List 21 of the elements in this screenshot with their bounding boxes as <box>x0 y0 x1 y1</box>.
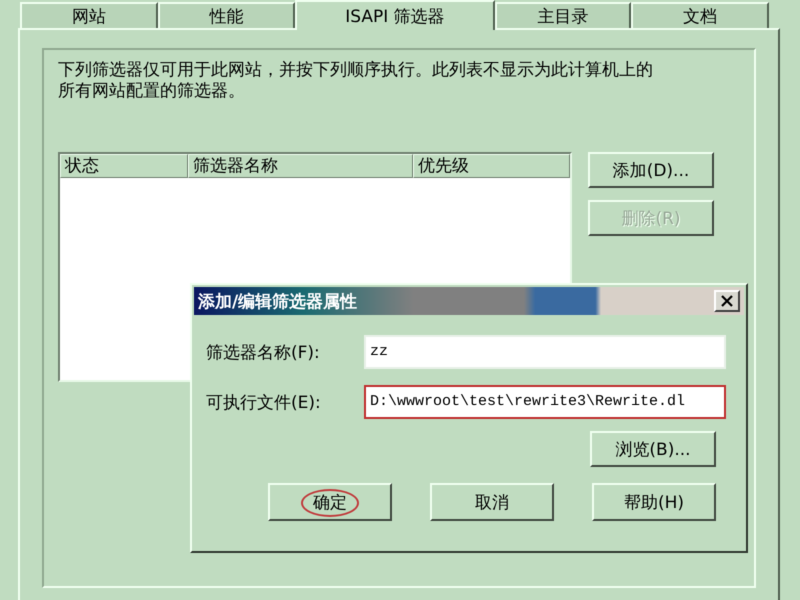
dialog-button[interactable]: 取消 <box>430 483 554 521</box>
column-header[interactable]: 筛选器名称 <box>188 154 413 178</box>
tab[interactable]: 性能 <box>158 2 295 28</box>
close-button[interactable] <box>714 290 740 312</box>
side-button[interactable]: 添加(D)... <box>588 152 714 188</box>
tab[interactable]: 文档 <box>631 2 769 28</box>
column-header[interactable]: 优先级 <box>413 154 570 178</box>
input-field[interactable]: zz <box>364 335 726 369</box>
browse-button[interactable]: 浏览(B)... <box>590 431 716 467</box>
column-header[interactable]: 状态 <box>60 154 188 178</box>
dialog-button[interactable]: 确定 <box>268 483 392 521</box>
tab[interactable]: 网站 <box>20 2 158 28</box>
tab[interactable]: 主目录 <box>495 2 631 28</box>
field-label: 筛选器名称(F): <box>206 342 321 364</box>
dialog-title: 添加/编辑筛选器属性 <box>198 290 358 312</box>
description-text: 下列筛选器仅可用于此网站，并按下列顺序执行。此列表不显示为此计算机上的所有网站配置的筛选器。 <box>58 60 654 102</box>
field-label: 可执行文件(E): <box>206 392 322 414</box>
dialog-button[interactable]: 帮助(H) <box>592 483 716 521</box>
input-field[interactable]: D:\wwwroot\test\rewrite3\Rewrite.dl <box>364 385 726 419</box>
tab[interactable]: ISAPI 筛选器 <box>295 0 495 30</box>
close-icon <box>720 294 734 308</box>
